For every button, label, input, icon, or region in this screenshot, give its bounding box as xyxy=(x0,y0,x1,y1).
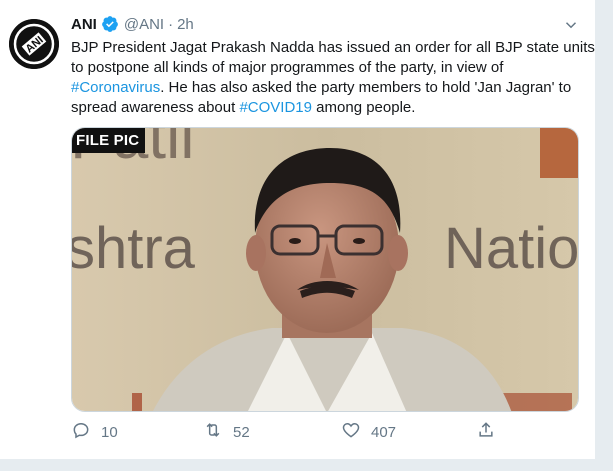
author-name[interactable]: ANI xyxy=(71,16,97,33)
verified-badge-icon xyxy=(101,15,119,33)
share-icon xyxy=(476,420,496,444)
bg-text-word: Nation xyxy=(444,216,579,281)
tweet-text-segment: . He has also asked the party members to… xyxy=(160,79,572,96)
reply-count: 10 xyxy=(101,423,118,441)
hashtag-link[interactable]: #Coronavirus xyxy=(71,79,160,96)
retweet-button[interactable]: 52 xyxy=(203,420,250,444)
hashtag-link[interactable]: #COVID19 xyxy=(239,99,312,116)
share-button[interactable] xyxy=(476,420,496,444)
tweet-text-line: BJP President Jagat Prakash Nadda has is… xyxy=(71,39,595,56)
tweet-text-line: to postpone all kinds of major programme… xyxy=(71,59,504,76)
file-pic-label: FILE PIC xyxy=(72,128,146,153)
caret-down-icon[interactable] xyxy=(562,16,580,34)
reply-icon xyxy=(71,420,91,444)
tweet-time[interactable]: 2h xyxy=(177,16,194,33)
bg-text-word: shtra xyxy=(72,216,196,281)
tweet-header: ANI @ANI · 2h xyxy=(71,13,194,35)
like-icon xyxy=(341,420,361,444)
tweet-text-segment: among people. xyxy=(312,99,416,116)
tweet-card[interactable]: ANI ANI @ANI · 2h BJP President Jagat Pr… xyxy=(0,0,596,460)
tweet-text-line: spread awareness about #COVID19 among pe… xyxy=(71,98,583,118)
tweet-text-segment: spread awareness about xyxy=(71,99,240,116)
like-count: 407 xyxy=(371,423,397,441)
avatar[interactable]: ANI xyxy=(9,19,59,69)
ani-logo: ANI xyxy=(9,19,59,69)
tweet-text-line: #Coronavirus. He has also asked the part… xyxy=(71,78,583,98)
tweet-media[interactable]: Patil shtra Nation xyxy=(71,127,579,412)
retweet-count: 52 xyxy=(233,423,250,441)
separator-dot: · xyxy=(168,15,174,33)
reply-button[interactable]: 10 xyxy=(71,420,118,444)
media-photo: Patil shtra Nation xyxy=(72,128,579,411)
tweet-actions: 10 52 407 xyxy=(71,420,501,444)
tweet-text: BJP President Jagat Prakash Nadda has is… xyxy=(71,38,595,118)
retweet-icon xyxy=(203,420,223,444)
author-handle[interactable]: @ANI xyxy=(124,16,164,33)
like-button[interactable]: 407 xyxy=(341,420,396,444)
